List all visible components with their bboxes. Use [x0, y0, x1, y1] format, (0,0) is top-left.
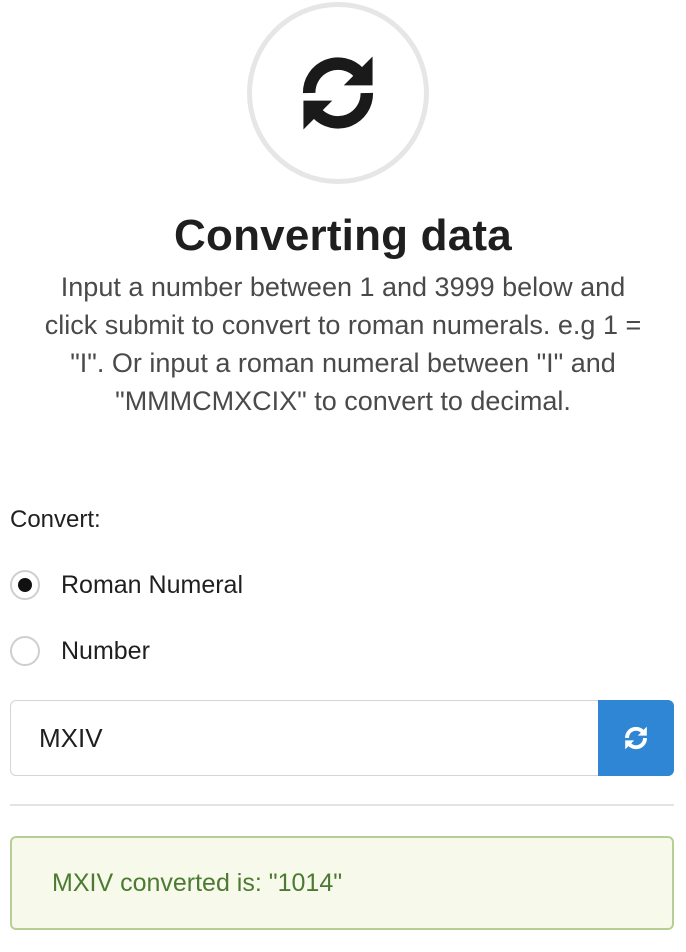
instructions-line: "I". Or input a roman numeral between "I… [70, 348, 616, 378]
radio-button-checked[interactable] [10, 570, 40, 600]
result-text: MXIV converted is: "1014" [52, 868, 343, 897]
instructions-line: "MMMCMXCIX" to convert to decimal. [115, 386, 571, 416]
radio-number[interactable]: Number [10, 636, 150, 666]
value-input[interactable] [10, 700, 598, 776]
instructions-text: Input a number between 1 and 3999 below … [0, 268, 686, 420]
radio-label-number[interactable]: Number [61, 637, 150, 666]
radio-button-unchecked[interactable] [10, 636, 40, 666]
refresh-icon [625, 726, 647, 750]
result-alert: MXIV converted is: "1014" [10, 836, 674, 930]
submit-button[interactable] [598, 700, 674, 776]
instructions-line: Input a number between 1 and 3999 below … [60, 272, 626, 302]
refresh-icon [302, 56, 374, 130]
divider [10, 804, 674, 806]
convert-label: Convert: [10, 506, 101, 533]
hero-badge [247, 2, 429, 184]
instructions-line: click submit to convert to roman numeral… [44, 310, 642, 340]
page-title: Converting data [174, 211, 512, 260]
radio-label-roman-numeral[interactable]: Roman Numeral [61, 571, 243, 600]
converter-page: Converting data Input a number between 1… [0, 0, 686, 952]
radio-roman-numeral[interactable]: Roman Numeral [10, 570, 243, 600]
convert-input-group [10, 700, 674, 776]
radio-dot [18, 578, 32, 592]
